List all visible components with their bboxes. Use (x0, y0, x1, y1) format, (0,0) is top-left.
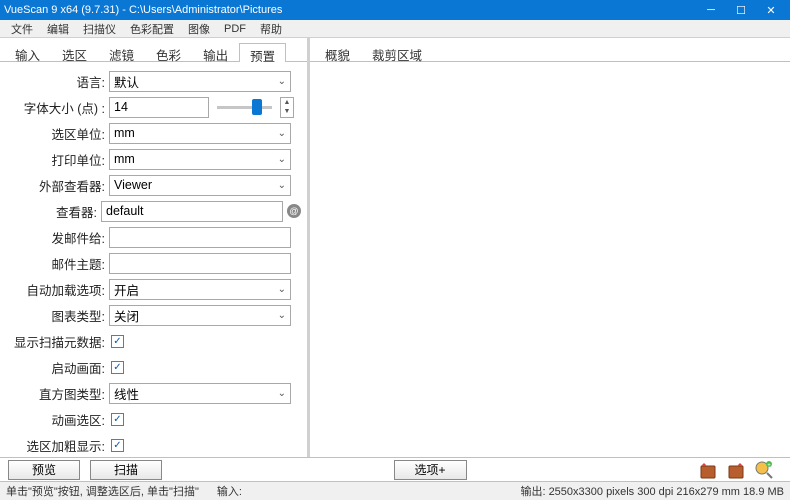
left-tabs: 输入 选区 滤镜 色彩 输出 预置 (0, 38, 307, 62)
tool-icons: + (698, 460, 782, 480)
select-histtype[interactable]: 线性⌄ (109, 383, 291, 404)
tab-input[interactable]: 输入 (4, 42, 51, 61)
scan-button[interactable]: 扫描 (90, 460, 162, 480)
menu-pdf[interactable]: PDF (217, 23, 253, 35)
checkbox-animsel[interactable]: ✓ (111, 413, 124, 426)
tab-croparea[interactable]: 裁剪区域 (361, 42, 433, 61)
mailto-field[interactable] (109, 227, 291, 248)
label-language: 语言: (4, 72, 109, 91)
fontsize-input[interactable] (109, 97, 209, 118)
label-animsel: 动画选区: (4, 410, 109, 429)
row-selectunit: 选区单位: mm⌄ (4, 122, 301, 144)
menu-edit[interactable]: 编辑 (40, 21, 76, 37)
row-histtype: 直方图类型: 线性⌄ (4, 382, 301, 404)
row-printunit: 打印单位: mm⌄ (4, 148, 301, 170)
rotate-right-icon[interactable] (726, 460, 746, 480)
right-pane: 概貌 裁剪区域 (310, 38, 790, 457)
status-input: 输入: (217, 483, 260, 499)
chevron-down-icon: ⌄ (278, 128, 286, 139)
zoom-icon[interactable]: + (754, 460, 774, 480)
select-printunit[interactable]: mm⌄ (109, 149, 291, 170)
row-language: 语言: 默认⌄ (4, 70, 301, 92)
row-showmeta: 显示扫描元数据: ✓ (4, 330, 301, 352)
row-graphtype: 图表类型: 关闭⌄ (4, 304, 301, 326)
rotate-left-icon[interactable] (698, 460, 718, 480)
slider-thumb[interactable] (252, 99, 262, 115)
at-icon[interactable]: @ (287, 204, 301, 218)
label-extviewer: 外部查看器: (4, 176, 109, 195)
row-fontsize: 字体大小 (点) : ▲▼ (4, 96, 301, 118)
close-button[interactable]: ✕ (756, 0, 786, 20)
label-showmeta: 显示扫描元数据: (4, 332, 109, 351)
menu-scanner[interactable]: 扫描仪 (76, 21, 123, 37)
preview-button[interactable]: 预览 (8, 460, 80, 480)
viewer-field[interactable]: default (101, 201, 283, 222)
chevron-down-icon: ⌄ (278, 154, 286, 165)
maximize-button[interactable]: ☐ (726, 0, 756, 20)
label-printunit: 打印单位: (4, 150, 109, 169)
select-extviewer[interactable]: Viewer⌄ (109, 175, 291, 196)
menubar: 文件 编辑 扫描仪 色彩配置 图像 PDF 帮助 (0, 20, 790, 38)
mailsubj-field[interactable] (109, 253, 291, 274)
tab-filter[interactable]: 滤镜 (98, 42, 145, 61)
checkbox-showmeta[interactable]: ✓ (111, 335, 124, 348)
row-extviewer: 外部查看器: Viewer⌄ (4, 174, 301, 196)
right-tabs: 概貌 裁剪区域 (310, 38, 790, 62)
status-hint: 单击"预览"按钮, 调整选区后, 单击"扫描" (6, 483, 217, 499)
tab-prefs[interactable]: 预置 (239, 43, 286, 62)
fontsize-spinner[interactable]: ▲▼ (280, 97, 294, 118)
select-selectunit[interactable]: mm⌄ (109, 123, 291, 144)
chevron-down-icon: ⌄ (278, 76, 286, 87)
checkbox-boldsel[interactable]: ✓ (111, 439, 124, 452)
label-boldsel: 选区加粗显示: (4, 436, 109, 455)
label-viewer: 查看器: (4, 202, 101, 221)
fontsize-slider[interactable] (217, 106, 272, 109)
preview-area (310, 62, 790, 457)
status-output: 输出: 2550x3300 pixels 300 dpi 216x279 mm … (520, 483, 784, 499)
label-graphtype: 图表类型: (4, 306, 109, 325)
tab-crop[interactable]: 选区 (51, 42, 98, 61)
menu-file[interactable]: 文件 (4, 21, 40, 37)
select-graphtype[interactable]: 关闭⌄ (109, 305, 291, 326)
select-autoload[interactable]: 开启⌄ (109, 279, 291, 300)
left-pane: 输入 选区 滤镜 色彩 输出 预置 语言: 默认⌄ 字体大小 (点) : ▲▼ (0, 38, 310, 457)
svg-text:+: + (767, 463, 771, 469)
statusbar: 单击"预览"按钮, 调整选区后, 单击"扫描" 输入: 输出: 2550x330… (0, 481, 790, 500)
chevron-down-icon: ⌄ (278, 180, 286, 191)
row-animsel: 动画选区: ✓ (4, 408, 301, 430)
label-autoload: 自动加载选项: (4, 280, 109, 299)
label-splash: 启动画面: (4, 358, 109, 377)
chevron-down-icon: ⌄ (278, 284, 286, 295)
label-histtype: 直方图类型: (4, 384, 109, 403)
label-mailsubj: 邮件主题: (4, 254, 109, 273)
row-splash: 启动画面: ✓ (4, 356, 301, 378)
titlebar: VueScan 9 x64 (9.7.31) - C:\Users\Admini… (0, 0, 790, 20)
form-area: 语言: 默认⌄ 字体大小 (点) : ▲▼ 选区单位: mm⌄ 打印单位: mm… (0, 62, 307, 457)
tab-color[interactable]: 色彩 (145, 42, 192, 61)
select-language[interactable]: 默认⌄ (109, 71, 291, 92)
row-mailto: 发邮件给: (4, 226, 301, 248)
tab-output[interactable]: 输出 (192, 42, 239, 61)
menu-help[interactable]: 帮助 (253, 21, 289, 37)
content-area: 输入 选区 滤镜 色彩 输出 预置 语言: 默认⌄ 字体大小 (点) : ▲▼ (0, 38, 790, 458)
row-viewer: 查看器: default @ (4, 200, 301, 222)
minimize-button[interactable]: ─ (696, 0, 726, 20)
row-autoload: 自动加载选项: 开启⌄ (4, 278, 301, 300)
window-controls: ─ ☐ ✕ (696, 0, 786, 20)
options-button[interactable]: 选项+ (394, 460, 467, 480)
menu-color[interactable]: 色彩配置 (123, 21, 181, 37)
chevron-down-icon: ⌄ (278, 388, 286, 399)
label-fontsize: 字体大小 (点) : (4, 98, 109, 117)
checkbox-splash[interactable]: ✓ (111, 361, 124, 374)
bottom-toolbar: 预览 扫描 选项+ + (0, 458, 790, 481)
tab-overview[interactable]: 概貌 (314, 42, 361, 61)
row-boldsel: 选区加粗显示: ✓ (4, 434, 301, 456)
label-selectunit: 选区单位: (4, 124, 109, 143)
row-mailsubj: 邮件主题: (4, 252, 301, 274)
chevron-down-icon: ⌄ (278, 310, 286, 321)
title-text: VueScan 9 x64 (9.7.31) - C:\Users\Admini… (4, 4, 696, 16)
menu-image[interactable]: 图像 (181, 21, 217, 37)
label-mailto: 发邮件给: (4, 228, 109, 247)
